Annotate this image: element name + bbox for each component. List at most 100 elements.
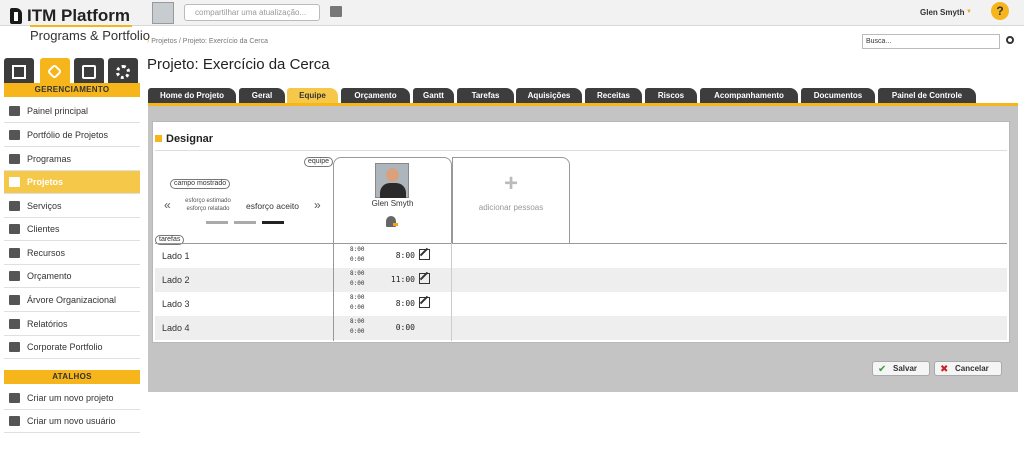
save-button[interactable]: ✔ Salvar bbox=[872, 361, 930, 376]
portfolio-view-icon[interactable] bbox=[40, 58, 70, 86]
shortcut-label: Criar um novo usuário bbox=[27, 416, 116, 426]
tab-acquisitions[interactable]: Aquisições bbox=[516, 88, 582, 103]
reports-icon bbox=[9, 319, 20, 329]
tab-tracking[interactable]: Acompanhamento bbox=[700, 88, 798, 103]
sidebar-item-programs[interactable]: Programas bbox=[4, 148, 140, 171]
search-input[interactable]: Busca... bbox=[862, 34, 1000, 49]
tab-gantt[interactable]: Gantt bbox=[413, 88, 454, 103]
plus-icon[interactable]: + bbox=[452, 170, 570, 198]
new-user-icon bbox=[9, 416, 20, 426]
sidebar-item-label: Árvore Organizacional bbox=[27, 295, 117, 305]
portfolio-icon bbox=[9, 342, 20, 352]
tab-risks[interactable]: Riscos bbox=[645, 88, 697, 103]
task-name: Lado 4 bbox=[162, 323, 190, 333]
sidebar-item-projects[interactable]: Projetos bbox=[4, 171, 140, 194]
member-name: Glen Smyth bbox=[371, 199, 414, 208]
budget-icon bbox=[9, 271, 20, 281]
user-avatar[interactable] bbox=[152, 2, 174, 24]
brand-subtitle: Programs & Portfolio bbox=[30, 28, 150, 43]
projects-view-icon[interactable] bbox=[4, 58, 34, 86]
tab-revenues[interactable]: Receitas bbox=[585, 88, 642, 103]
shortcut-label: Criar um novo projeto bbox=[27, 393, 114, 403]
sidebar-item-resources[interactable]: Recursos bbox=[4, 242, 140, 265]
effort-reported-option[interactable]: esforço relatado bbox=[180, 206, 236, 212]
effort-cell: 8:00 0:00 bbox=[350, 294, 365, 311]
estimated-indicator bbox=[206, 221, 228, 224]
tab-tasks[interactable]: Tarefas bbox=[457, 88, 514, 103]
sidebar-item-services[interactable]: Serviços bbox=[4, 195, 140, 218]
sidebar-item-budget[interactable]: Orçamento bbox=[4, 265, 140, 288]
chevron-down-icon[interactable]: ▼ bbox=[966, 9, 972, 15]
reported-indicator bbox=[234, 221, 256, 224]
divider bbox=[155, 150, 1007, 151]
chevron-left-icon[interactable]: « bbox=[164, 198, 171, 212]
sidebar-item-label: Serviços bbox=[27, 201, 62, 211]
brand-logo[interactable]: ITM Platform Programs & Portfolio bbox=[8, 6, 150, 46]
sidebar-item-clients[interactable]: Clientes bbox=[4, 218, 140, 241]
shortcut-new-project[interactable]: Criar um novo projeto bbox=[4, 387, 140, 410]
column-divider bbox=[333, 243, 334, 341]
help-icon[interactable]: ? bbox=[991, 2, 1009, 20]
gear-icon[interactable] bbox=[108, 58, 138, 86]
briefcase-icon bbox=[9, 130, 20, 140]
sidebar-section-shortcuts: ATALHOS bbox=[4, 370, 140, 384]
resources-icon bbox=[9, 248, 20, 258]
effort-cell: 8:00 0:00 bbox=[350, 318, 365, 335]
task-name: Lado 3 bbox=[162, 299, 190, 309]
effort-cell: 8:00 0:00 bbox=[350, 246, 365, 263]
edit-icon[interactable] bbox=[419, 273, 430, 284]
edit-icon[interactable] bbox=[419, 249, 430, 260]
assigned-hours: 0:00 bbox=[395, 323, 415, 332]
tab-budget[interactable]: Orçamento bbox=[341, 88, 410, 103]
shortcut-new-user[interactable]: Criar um novo usuário bbox=[4, 410, 140, 433]
search-icon[interactable] bbox=[1006, 36, 1014, 44]
add-people-label[interactable]: adicionar pessoas bbox=[452, 203, 570, 212]
tab-general[interactable]: Geral bbox=[239, 88, 285, 103]
sidebar-item-corporate-portfolio[interactable]: Corporate Portfolio bbox=[4, 336, 140, 359]
user-menu[interactable]: Glen Smyth bbox=[920, 8, 964, 17]
sidebar-item-label: Corporate Portfolio bbox=[27, 342, 103, 352]
tab-documents[interactable]: Documentos bbox=[801, 88, 875, 103]
tab-dashboard[interactable]: Painel de Controle bbox=[878, 88, 976, 103]
messages-icon[interactable] bbox=[330, 6, 342, 17]
assigned-hours: 8:00 bbox=[395, 251, 415, 260]
tab-team[interactable]: Equipe bbox=[287, 88, 338, 103]
close-icon: ✖ bbox=[940, 364, 949, 375]
brand-name: ITM Platform bbox=[27, 6, 130, 25]
page-title: Projeto: Exercício da Cerca bbox=[147, 56, 330, 73]
programs-icon bbox=[9, 154, 20, 164]
assigned-hours: 11:00 bbox=[390, 275, 415, 284]
dashboard-icon bbox=[9, 106, 20, 116]
check-icon: ✔ bbox=[878, 364, 887, 375]
user-role-icon[interactable] bbox=[386, 216, 398, 227]
breadcrumb-path[interactable]: Projetos / Projeto: Exercício da Cerca bbox=[151, 38, 268, 45]
effort-accepted-option[interactable]: esforço aceito bbox=[246, 201, 299, 211]
member-avatar bbox=[375, 163, 409, 198]
org-tree-icon bbox=[9, 295, 20, 305]
sidebar-item-dashboard[interactable]: Painel principal bbox=[4, 100, 140, 123]
sidebar-item-org-tree[interactable]: Árvore Organizacional bbox=[4, 289, 140, 312]
table-row: Lado 3 8:00 0:00 8:00 bbox=[155, 292, 1007, 316]
edit-icon[interactable] bbox=[419, 297, 430, 308]
chevron-right-icon[interactable]: » bbox=[314, 198, 321, 212]
assign-heading: Designar bbox=[166, 133, 214, 145]
services-icon bbox=[9, 201, 20, 211]
sidebar-item-project-portfolio[interactable]: Portfólio de Projetos bbox=[4, 124, 140, 147]
cancel-button[interactable]: ✖ Cancelar bbox=[934, 361, 1002, 376]
effort-estimated-option[interactable]: esforço estimado bbox=[180, 198, 236, 204]
table-row: Lado 4 8:00 0:00 0:00 bbox=[155, 316, 1007, 340]
share-update-input[interactable]: compartilhar uma atualização... bbox=[184, 4, 320, 21]
clients-icon bbox=[9, 224, 20, 234]
table-row: Lado 2 8:00 0:00 11:00 bbox=[155, 268, 1007, 292]
task-name: Lado 1 bbox=[162, 251, 190, 261]
sidebar-item-label: Recursos bbox=[27, 248, 66, 258]
clipboard-icon[interactable] bbox=[74, 58, 104, 86]
breadcrumb[interactable]: › Projetos / Projeto: Exercício da Cerca bbox=[147, 38, 268, 45]
sidebar-item-label: Programas bbox=[27, 154, 72, 164]
table-row: Lado 1 8:00 0:00 8:00 bbox=[155, 244, 1007, 268]
brand-underline bbox=[30, 25, 132, 27]
sidebar-item-label: Projetos bbox=[27, 177, 64, 187]
tab-project-home[interactable]: Home do Projeto bbox=[148, 88, 236, 103]
sidebar-item-reports[interactable]: Relatórios bbox=[4, 313, 140, 336]
itm-logo-icon bbox=[10, 8, 22, 24]
